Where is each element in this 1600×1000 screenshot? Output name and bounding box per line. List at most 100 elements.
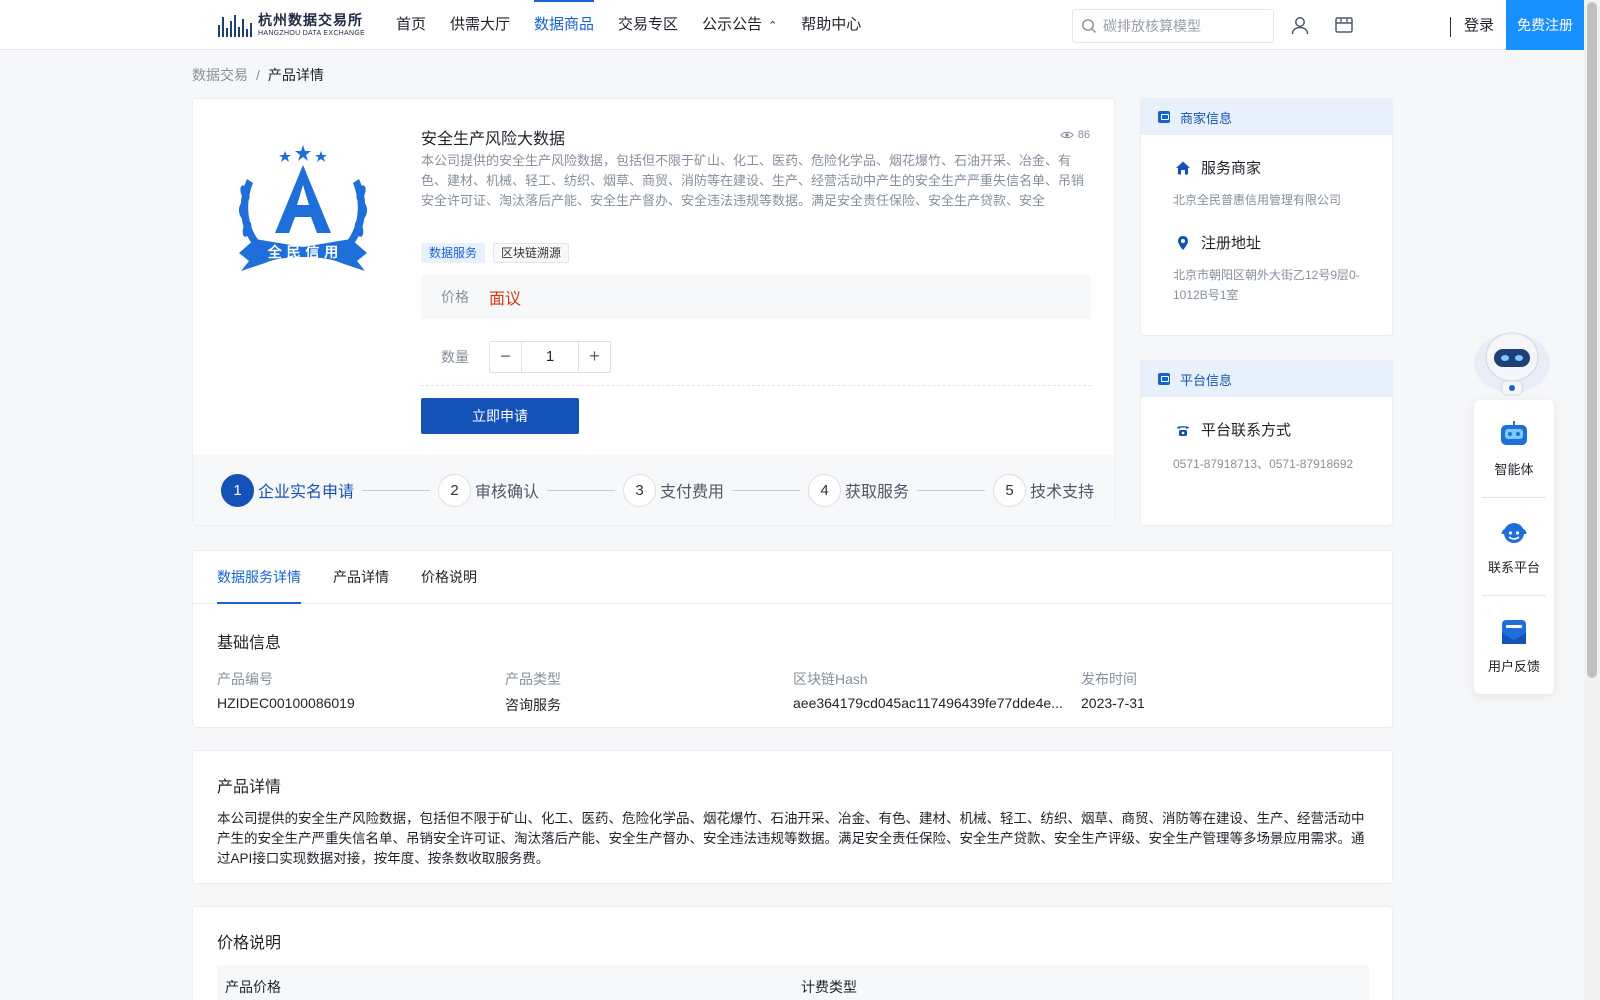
nav-announcements[interactable]: 公示公告 ⌃ <box>702 0 777 50</box>
step-1-label: 企业实名申请 <box>258 484 355 501</box>
tab-price-info[interactable]: 价格说明 <box>421 551 477 603</box>
platform-info-title: 平台信息 <box>1180 372 1233 388</box>
tag-data-service[interactable]: 数据服务 <box>421 243 486 263</box>
product-title: 安全生产风险大数据 <box>421 131 566 148</box>
chevron-up-icon: ⌃ <box>768 20 778 32</box>
step-4-label: 获取服务 <box>845 484 910 501</box>
price-value: 面议 <box>489 291 522 308</box>
main-nav: 首页 供需大厅 数据商品 交易专区 公示公告 ⌃ 帮助中心 <box>396 0 885 50</box>
platform-info-panel: 平台信息 平台联系方式 0571-87918713、0571-87918692 <box>1140 360 1393 526</box>
float-agent-label: 智能体 <box>1494 462 1534 477</box>
step-1-number: 1 <box>221 473 254 507</box>
info-label: 发布时间 <box>1081 671 1137 687</box>
float-agent[interactable]: 智能体 <box>1482 400 1546 498</box>
step-connector <box>732 489 801 491</box>
float-contact-platform[interactable]: 联系平台 <box>1482 498 1546 596</box>
product-description: 本公司提供的安全生产风险数据，包括但不限于矿山、化工、医药、危险化学品、烟花爆竹… <box>421 153 1085 208</box>
nav-help-center[interactable]: 帮助中心 <box>801 0 861 50</box>
info-product-id: 产品编号 HZIDEC00100086019 <box>217 669 505 715</box>
store-icon[interactable] <box>1334 15 1354 35</box>
apply-button[interactable]: 立即申请 <box>421 398 579 434</box>
registered-address-label: 注册地址 <box>1201 235 1262 252</box>
product-tags: 数据服务 区块链溯源 <box>421 243 570 263</box>
tab-product-details[interactable]: 产品详情 <box>333 551 389 603</box>
search-icon <box>1082 19 1096 33</box>
platform-icon <box>1158 373 1170 385</box>
product-logo-image: 全 民 信 用 <box>238 145 368 271</box>
robot-assistant-icon[interactable] <box>1472 325 1552 401</box>
site-logo[interactable]: 杭州数据交易所 HANGZHOU DATA EXCHANGE <box>218 10 365 40</box>
price-info-title: 价格说明 <box>217 935 282 952</box>
step-connector <box>362 489 431 491</box>
user-icon[interactable] <box>1290 15 1310 35</box>
price-label: 价格 <box>441 289 469 305</box>
step-5-label: 技术支持 <box>1030 484 1095 501</box>
view-count: 86 <box>1060 129 1090 141</box>
logo-bars-icon <box>218 13 252 37</box>
quantity-stepper: − 1 + <box>489 340 611 373</box>
step-2-number: 2 <box>438 473 472 507</box>
merchant-info-title: 商家信息 <box>1180 110 1233 126</box>
tag-blockchain[interactable]: 区块链溯源 <box>493 243 570 263</box>
breadcrumb-parent[interactable]: 数据交易 <box>192 67 248 83</box>
decrement-button[interactable]: − <box>490 341 521 372</box>
process-steps: 1 企业实名申请 2 审核确认 3 支付费用 4 获取服务 5 技术支持 <box>193 455 1114 525</box>
info-value: 2023-7-31 <box>1081 695 1145 711</box>
merchant-info-header: 商家信息 <box>1141 99 1392 135</box>
quantity-row: 数量 − 1 + <box>421 328 1091 386</box>
service-detail-card: 数据服务详情 产品详情 价格说明 基础信息 产品编号 HZIDEC00100086… <box>192 550 1393 728</box>
step-4-number: 4 <box>808 473 842 507</box>
scrollbar-thumb[interactable] <box>1587 2 1597 678</box>
service-merchant-value: 北京全民普惠信用管理有限公司 <box>1173 193 1342 207</box>
price-table-header: 产品价格 计费类型 <box>217 965 1369 1000</box>
nav-trading-zone[interactable]: 交易专区 <box>618 0 678 50</box>
info-value: aee364179cd045ac117496439fe77dde4e... <box>793 695 1063 711</box>
nav-data-products[interactable]: 数据商品 <box>534 0 595 50</box>
quantity-input[interactable]: 1 <box>521 341 579 372</box>
step-connector <box>917 489 986 491</box>
nav-supply-demand[interactable]: 供需大厅 <box>450 0 510 50</box>
info-label: 产品类型 <box>505 671 561 687</box>
platform-contact-value: 0571-87918713、0571-87918692 <box>1173 457 1354 471</box>
step-1: 1 企业实名申请 <box>221 473 355 507</box>
search-box[interactable] <box>1072 9 1274 43</box>
step-5-number: 5 <box>993 473 1027 507</box>
float-contact-label: 联系平台 <box>1487 560 1540 575</box>
product-detail-card: 产品详情 本公司提供的安全生产风险数据，包括但不限于矿山、化工、医药、危险化学品… <box>192 750 1393 884</box>
nav-home[interactable]: 首页 <box>396 0 426 50</box>
merchant-icon <box>1158 111 1170 123</box>
basic-info-grid: 产品编号 HZIDEC00100086019 产品类型咨询服务 区块链Hash ae… <box>217 669 1377 715</box>
service-merchant-title: 服务商家 <box>1175 157 1392 178</box>
info-value: 咨询服务 <box>505 697 561 713</box>
platform-info-header: 平台信息 <box>1141 361 1392 397</box>
float-feedback[interactable]: 用户反馈 <box>1482 596 1546 694</box>
breadcrumb-separator: / <box>256 67 260 83</box>
search-input[interactable] <box>1103 18 1263 34</box>
eye-icon <box>1060 131 1074 139</box>
quantity-label: 数量 <box>441 348 469 365</box>
page-scrollbar[interactable] <box>1584 0 1600 1000</box>
tab-data-service-details[interactable]: 数据服务详情 <box>217 551 301 604</box>
step-3-label: 支付费用 <box>660 484 725 501</box>
info-blockchain-hash: 区块链Hash aee364179cd045ac117496439fe77dde4… <box>793 669 1081 715</box>
register-button[interactable]: 免费注册 <box>1506 0 1584 50</box>
price-row: 价格 面议 <box>421 275 1091 319</box>
service-merchant-label: 服务商家 <box>1201 160 1262 177</box>
platform-contact-title: 平台联系方式 <box>1175 419 1392 440</box>
step-5: 5 技术支持 <box>993 473 1095 507</box>
login-link[interactable]: 登录 <box>1464 0 1494 50</box>
step-2-label: 审核确认 <box>475 484 540 501</box>
product-card: 全 民 信 用 安全生产风险大数据 86 本公司提供的安全生产风险数据，包括但不… <box>192 98 1115 526</box>
platform-contact-label: 平台联系方式 <box>1201 422 1292 439</box>
float-feedback-label: 用户反馈 <box>1487 658 1540 674</box>
basic-info-title: 基础信息 <box>217 635 282 652</box>
logo-chinese-name: 杭州数据交易所 <box>258 12 363 28</box>
price-col-product-price: 产品价格 <box>225 979 281 995</box>
increment-button[interactable]: + <box>579 341 610 372</box>
phone-icon <box>1177 425 1189 436</box>
info-publish-date: 发布时间 2023-7-31 <box>1081 669 1369 715</box>
svg-text:全 民 信 用: 全 民 信 用 <box>267 244 339 261</box>
merchant-info-panel: 商家信息 服务商家 北京全民普惠信用管理有限公司 注册地址 北京市朝阳区朝外大街… <box>1140 98 1393 336</box>
top-header: 杭州数据交易所 HANGZHOU DATA EXCHANGE 首页 供需大厅 数… <box>0 0 1584 50</box>
info-label: 区块链Hash <box>793 671 868 687</box>
